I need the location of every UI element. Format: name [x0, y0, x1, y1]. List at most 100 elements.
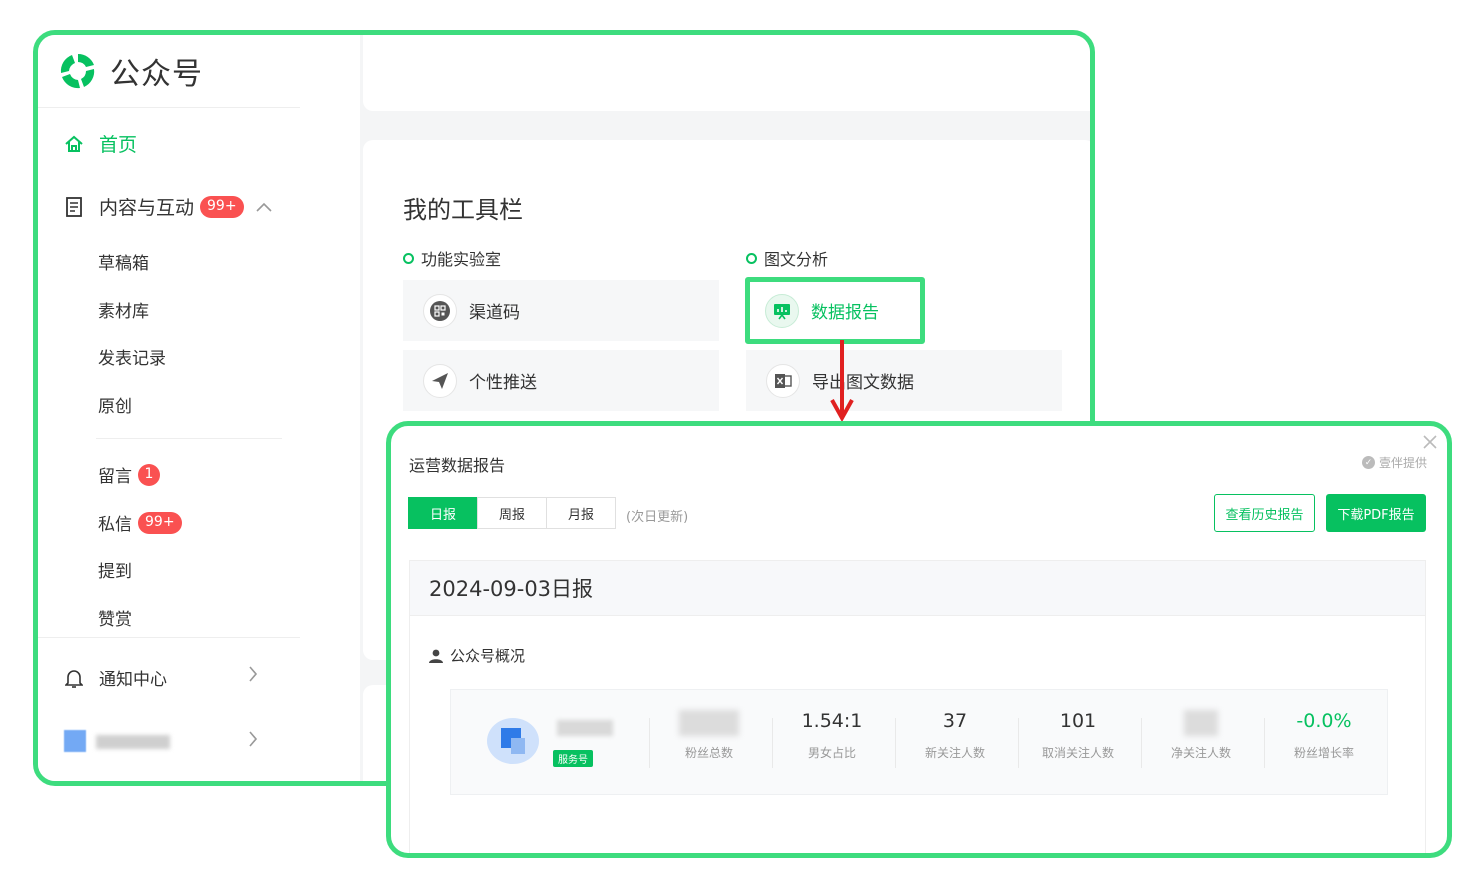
overview-label: 公众号概况 — [450, 647, 526, 665]
check-icon: ✓ — [1361, 456, 1375, 469]
sidebar-item-library[interactable]: 素材库 — [98, 297, 149, 322]
sidebar-item-label: 草稿箱 — [98, 254, 149, 274]
stat-label: 粉丝增长率 — [1293, 746, 1354, 760]
stat-value: 37 — [942, 710, 968, 732]
unread-badge: 99+ — [138, 511, 182, 534]
stat-value: 1.54:1 — [801, 710, 863, 732]
tool-label: 个性推送 — [469, 373, 537, 393]
sidebar-item-comments[interactable]: 留言 1 — [98, 462, 160, 487]
tool-personal-push[interactable]: 个性推送 — [403, 350, 719, 411]
sidebar-item-label: 提到 — [98, 562, 132, 582]
divider — [38, 637, 300, 638]
stat-unfollows: 101 取消关注人数 — [1018, 710, 1138, 761]
stat-new-follows: 37 新关注人数 — [895, 710, 1015, 761]
sidebar-item-label: 原创 — [98, 397, 132, 417]
stat-growth-rate: -0.0% 粉丝增长率 — [1264, 710, 1384, 761]
app-name: 公众号 — [110, 57, 203, 92]
stat-label: 粉丝总数 — [684, 746, 733, 760]
account-name-redacted — [96, 735, 170, 749]
sidebar: 公众号 首页 内容与互动 99+ 草稿箱 素材库 发表记录 原创 留言 1 私信… — [38, 35, 360, 781]
home-icon — [63, 133, 85, 155]
tool-label: 导出图文数据 — [812, 373, 914, 393]
stat-label: 新关注人数 — [924, 746, 985, 760]
stat-net-follows: 净关注人数 — [1141, 710, 1261, 761]
wechat-mp-logo-icon — [60, 53, 95, 89]
sidebar-item-label: 内容与互动 — [99, 197, 195, 219]
tool-channel-code[interactable]: 渠道码 — [403, 280, 719, 341]
report-title: 2024-09-03日报 — [410, 561, 1425, 616]
stat-value-redacted — [649, 710, 769, 736]
report-panel: 2024-09-03日报 公众号概况 服务号 粉丝总数 1.54:1 男女占比 — [409, 560, 1426, 853]
qr-code-icon — [423, 293, 457, 328]
account-name-redacted — [557, 720, 613, 736]
account-avatar — [487, 718, 539, 764]
stat-label: 净关注人数 — [1170, 746, 1231, 760]
sidebar-item-label: 留言 — [98, 467, 132, 487]
stat-gender-ratio: 1.54:1 男女占比 — [772, 710, 892, 761]
divider — [38, 107, 300, 108]
brand[interactable]: 公众号 — [58, 45, 203, 97]
account-avatar[interactable] — [64, 730, 86, 752]
provider-label: 壹伴提供 — [1378, 456, 1427, 470]
unread-badge: 99+ — [200, 195, 244, 218]
stat-value-redacted — [1141, 710, 1261, 736]
sidebar-item-label: 私信 — [98, 515, 132, 535]
close-icon[interactable] — [1423, 430, 1437, 454]
toolbar-title: 我的工具栏 — [403, 196, 523, 224]
sidebar-item-label: 通知中心 — [99, 670, 167, 690]
user-icon — [429, 649, 443, 663]
stat-value: -0.0% — [1296, 710, 1352, 732]
sidebar-item-label: 素材库 — [98, 302, 149, 322]
stat-label: 男女占比 — [807, 746, 856, 760]
sidebar-item-label: 赞赏 — [98, 610, 132, 630]
download-pdf-button[interactable]: 下载PDF报告 — [1326, 494, 1426, 532]
history-report-button[interactable]: 查看历史报告 — [1214, 494, 1315, 532]
tab-monthly[interactable]: 月报 — [546, 497, 616, 529]
account-stats: 服务号 粉丝总数 1.54:1 男女占比 37 新关注人数 101 取消关注人数 — [450, 689, 1388, 795]
stat-label: 取消关注人数 — [1041, 746, 1114, 760]
sidebar-item-label: 首页 — [99, 134, 138, 156]
chevron-right-icon — [248, 665, 258, 688]
tool-data-report[interactable]: 数据报告 — [745, 277, 925, 344]
stat-value: 101 — [1059, 710, 1097, 732]
overview-heading: 公众号概况 — [428, 645, 525, 666]
sidebar-item-mentions[interactable]: 提到 — [98, 557, 132, 582]
tool-export-articles[interactable]: 导出图文数据 — [746, 350, 1062, 411]
provider-note: ✓ 壹伴提供 — [1361, 454, 1427, 471]
report-period-tabs: 日报 周报 月报 — [408, 497, 616, 529]
stat-total-fans: 粉丝总数 — [649, 710, 769, 761]
send-icon — [423, 363, 457, 398]
account-type-tag: 服务号 — [553, 750, 593, 767]
dialog-title: 运营数据报告 — [409, 456, 506, 475]
sidebar-item-home[interactable]: 首页 — [63, 130, 137, 157]
bell-icon — [63, 667, 85, 689]
tab-daily[interactable]: 日报 — [408, 497, 478, 529]
arrow-down-icon — [830, 340, 854, 422]
circle-icon — [746, 252, 757, 264]
chevron-right-icon[interactable] — [248, 730, 258, 753]
excel-icon — [766, 363, 800, 398]
section-label: 功能实验室 — [421, 250, 502, 269]
section-lab: 功能实验室 — [403, 246, 501, 270]
sidebar-item-original[interactable]: 原创 — [98, 392, 132, 417]
document-icon — [63, 196, 85, 218]
divider — [96, 438, 282, 439]
presentation-chart-icon — [765, 293, 799, 328]
sidebar-item-rewards[interactable]: 赞赏 — [98, 605, 132, 630]
chevron-up-icon[interactable] — [255, 197, 272, 216]
tool-label: 数据报告 — [811, 303, 879, 323]
sidebar-item-content[interactable]: 内容与互动 99+ — [63, 193, 272, 220]
sidebar-item-publish-records[interactable]: 发表记录 — [98, 344, 166, 369]
circle-icon — [403, 252, 414, 264]
report-dialog: 运营数据报告 ✓ 壹伴提供 日报 周报 月报 (次日更新) 查看历史报告 下载P… — [386, 421, 1452, 858]
sidebar-item-messages[interactable]: 私信 99+ — [98, 510, 182, 535]
section-analysis: 图文分析 — [746, 246, 828, 270]
top-bar — [363, 35, 1090, 111]
tool-label: 渠道码 — [469, 303, 520, 323]
unread-badge: 1 — [138, 463, 160, 486]
section-label: 图文分析 — [764, 250, 829, 269]
sidebar-item-notifications[interactable]: 通知中心 — [63, 665, 167, 690]
update-note: (次日更新) — [626, 510, 689, 525]
sidebar-item-drafts[interactable]: 草稿箱 — [98, 249, 149, 274]
tab-weekly[interactable]: 周报 — [477, 497, 547, 529]
